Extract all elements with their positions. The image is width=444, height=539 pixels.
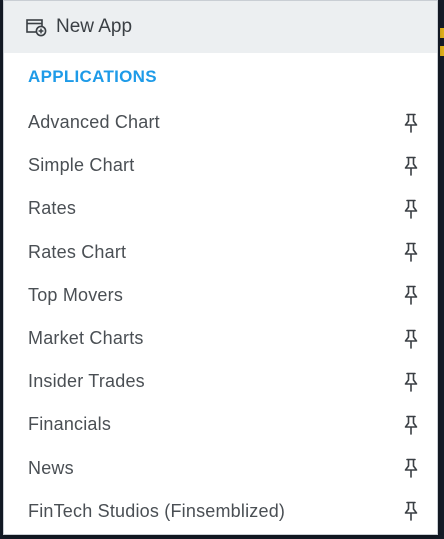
app-menu-item-rates-chart[interactable]: Rates Chart [4,231,437,274]
pin-icon[interactable] [402,372,420,392]
app-menu-item-simple-chart[interactable]: Simple Chart [4,144,437,187]
app-menu-item-financials[interactable]: Financials [4,403,437,446]
app-menu-item-label: Advanced Chart [28,112,160,133]
app-menu-item-label: Top Movers [28,284,124,305]
app-menu-item-rates[interactable]: Rates [4,187,437,230]
app-menu-item-label: FinTech Studios (Finsemblized) [28,500,286,521]
app-menu-item-label: Rates [28,198,77,219]
pin-icon[interactable] [402,329,420,349]
pin-icon[interactable] [402,501,420,522]
app-menu-item-top-movers[interactable]: Top Movers [4,274,437,317]
app-launcher-menu: New App APPLICATIONS Advanced Chart Simp… [3,0,438,535]
app-menu-item-label: News [28,457,74,478]
pin-icon[interactable] [402,113,420,133]
pin-icon[interactable] [402,285,420,306]
app-menu-item-advanced-chart[interactable]: Advanced Chart [4,101,437,144]
app-menu-item-label: Financials [28,414,112,435]
new-app-button[interactable]: New App [4,1,437,53]
new-app-label: New App [56,16,133,37]
pin-icon[interactable] [402,199,420,219]
pin-icon[interactable] [402,458,420,478]
app-menu-item-label: Market Charts [28,328,144,349]
app-menu-item-news[interactable]: News [4,447,437,490]
app-menu-item-market-charts[interactable]: Market Charts [4,317,437,360]
background-edge-mark [440,28,444,38]
app-menu-item-label: Simple Chart [28,155,135,176]
pin-icon[interactable] [402,156,420,176]
app-menu-item-label: Insider Trades [28,371,145,392]
new-window-plus-icon [26,17,48,37]
pin-icon[interactable] [402,415,420,435]
pin-icon[interactable] [402,242,420,262]
app-menu-item-insider-trades[interactable]: Insider Trades [4,360,437,403]
app-menu-item-label: Rates Chart [28,241,127,262]
app-menu-item-fintech-studios-finsemblized[interactable]: FinTech Studios (Finsemblized) [4,490,437,533]
applications-section-title: APPLICATIONS [28,67,157,86]
background-edge-mark [440,46,444,56]
